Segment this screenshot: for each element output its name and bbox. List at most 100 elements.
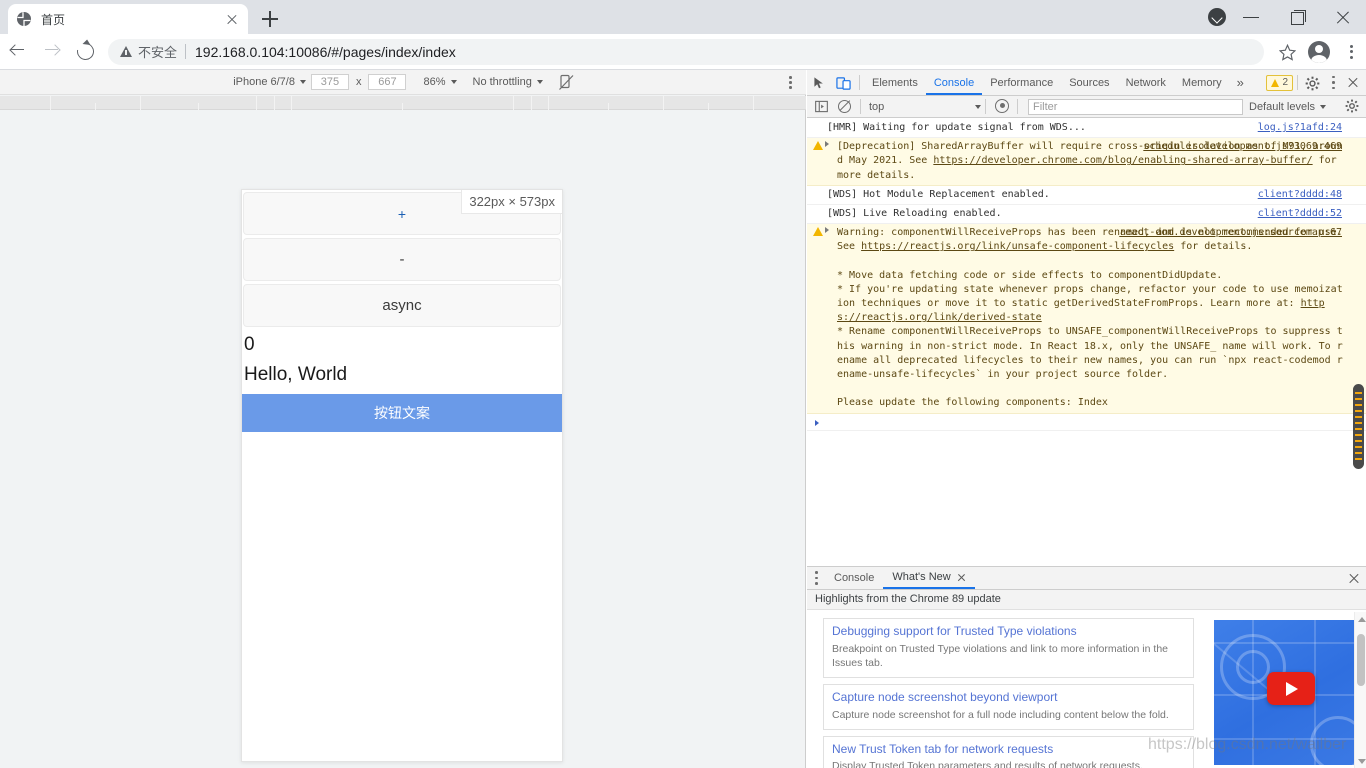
tab-console[interactable]: Console bbox=[925, 70, 983, 95]
async-button[interactable]: async bbox=[243, 284, 561, 327]
live-expression-eye-icon bbox=[995, 98, 1009, 113]
viewport-width-input[interactable] bbox=[310, 74, 349, 90]
close-icon[interactable] bbox=[957, 573, 966, 582]
tab-elements[interactable]: Elements bbox=[864, 70, 926, 95]
device-toolbar-toggle-button[interactable] bbox=[832, 71, 855, 95]
drawer-tab-console[interactable]: Console bbox=[825, 567, 883, 589]
device-select[interactable]: iPhone 6/7/8 bbox=[231, 76, 308, 88]
console-message[interactable]: [HMR] Waiting for update signal from WDS… bbox=[807, 119, 1366, 139]
zoom-select[interactable]: 86% bbox=[421, 76, 458, 88]
viewport-size-tooltip: 322px × 573px bbox=[461, 190, 562, 214]
message-source-link[interactable]: client?dddd:52 bbox=[1258, 207, 1342, 221]
primary-action-button[interactable]: 按钮文案 bbox=[242, 394, 562, 433]
profile-avatar[interactable] bbox=[1308, 40, 1330, 63]
clear-console-button[interactable] bbox=[833, 95, 856, 119]
devtools-tabbar: Elements Console Performance Sources Net… bbox=[807, 70, 1366, 96]
list-item[interactable]: Capture node screenshot beyond viewport … bbox=[823, 683, 1194, 730]
inline-link[interactable]: https://reactjs.org/link/unsafe-componen… bbox=[861, 241, 1174, 252]
scroll-up-arrow-icon[interactable] bbox=[1357, 617, 1366, 622]
tab-close-icon[interactable] bbox=[224, 11, 240, 27]
item-title[interactable]: New Trust Token tab for network requests bbox=[832, 742, 1185, 758]
drawer-menu-button[interactable] bbox=[807, 567, 825, 589]
address-bar[interactable]: 不安全 192.168.0.104:10086/#/pages/index/in… bbox=[108, 38, 1264, 65]
console-context-select[interactable]: top bbox=[869, 101, 981, 113]
window-controls bbox=[1228, 0, 1366, 34]
console-toolbar: top Filter Default levels bbox=[807, 96, 1366, 118]
viewport-area: 322px × 573px + - async 0 Hello, World 按… bbox=[0, 111, 806, 768]
new-tab-button[interactable] bbox=[256, 7, 284, 31]
console-sidebar-toggle-button[interactable] bbox=[810, 95, 833, 119]
console-filter-input[interactable]: Filter bbox=[1028, 98, 1243, 115]
window-minimize-button[interactable] bbox=[1228, 0, 1274, 34]
expand-arrow-icon[interactable] bbox=[825, 141, 829, 148]
tab-network[interactable]: Network bbox=[1118, 70, 1174, 95]
list-item[interactable]: Debugging support for Trusted Type viola… bbox=[823, 618, 1194, 678]
window-maximize-button[interactable] bbox=[1274, 0, 1320, 34]
scroll-down-arrow-icon[interactable] bbox=[1357, 759, 1366, 764]
console-scrollbar[interactable] bbox=[1353, 384, 1364, 469]
forward-button[interactable] bbox=[34, 34, 68, 70]
divider bbox=[1297, 75, 1298, 90]
whats-new-scrollbar[interactable] bbox=[1354, 612, 1366, 768]
message-text: Warning: componentWillReceiveProps has b… bbox=[837, 227, 1349, 409]
console-message[interactable]: [WDS] Hot Module Replacement enabled. cl… bbox=[807, 186, 1366, 205]
gear-icon bbox=[1345, 99, 1359, 112]
console-message-list[interactable]: [HMR] Waiting for update signal from WDS… bbox=[807, 119, 1366, 575]
viewport-ruler bbox=[0, 96, 806, 110]
message-source-link[interactable]: scheduler.development.js?3069:469 bbox=[1143, 140, 1342, 154]
tab-performance[interactable]: Performance bbox=[982, 70, 1061, 95]
inspect-element-button[interactable] bbox=[809, 71, 832, 95]
warning-count: 2 bbox=[1282, 77, 1288, 88]
warning-triangle-icon bbox=[813, 141, 823, 151]
console-message[interactable]: [WDS] Live Reloading enabled. client?ddd… bbox=[807, 205, 1366, 225]
item-title[interactable]: Capture node screenshot beyond viewport bbox=[832, 690, 1185, 706]
arrow-right-icon bbox=[45, 46, 58, 57]
browser-menu-button[interactable] bbox=[1336, 34, 1366, 70]
warning-triangle-icon bbox=[120, 46, 132, 57]
create-live-expression-button[interactable] bbox=[990, 95, 1013, 119]
browser-window: 首页 不安全 192.168.0.104:10086/#/pages/index… bbox=[0, 0, 1366, 768]
devtools-settings-button[interactable] bbox=[1302, 71, 1324, 95]
decrement-button[interactable]: - bbox=[243, 238, 561, 281]
chevron-double-right-icon[interactable]: » bbox=[1230, 75, 1251, 90]
drawer-tab-whats-new[interactable]: What's New bbox=[883, 567, 975, 589]
message-source-link[interactable]: client?dddd:48 bbox=[1258, 188, 1342, 202]
download-badge-icon[interactable] bbox=[1208, 8, 1226, 26]
devtools-menu-button[interactable] bbox=[1324, 71, 1342, 95]
message-source-link[interactable]: log.js?1afd:24 bbox=[1258, 121, 1342, 135]
item-title[interactable]: Debugging support for Trusted Type viola… bbox=[832, 624, 1185, 640]
whats-new-video-thumbnail[interactable] bbox=[1214, 620, 1354, 765]
throttling-select[interactable]: No throttling bbox=[471, 76, 545, 88]
list-item[interactable]: New Trust Token tab for network requests… bbox=[823, 735, 1194, 768]
console-settings-button[interactable] bbox=[1341, 95, 1363, 119]
device-emulation-pane: iPhone 6/7/8 x 86% No throttling bbox=[0, 70, 806, 768]
rotate-device-button[interactable] bbox=[558, 74, 575, 91]
reload-icon bbox=[73, 39, 98, 63]
console-message[interactable]: Warning: componentWillReceiveProps has b… bbox=[807, 224, 1366, 414]
tab-sources[interactable]: Sources bbox=[1061, 70, 1117, 95]
inline-link[interactable]: https://reactjs.org/link/derived-state bbox=[837, 298, 1325, 323]
viewport-height-input[interactable] bbox=[368, 74, 407, 90]
divider bbox=[859, 75, 860, 90]
console-message[interactable]: [Deprecation] SharedArrayBuffer will req… bbox=[807, 138, 1366, 186]
device-name: iPhone 6/7/8 bbox=[233, 76, 295, 88]
log-levels-select[interactable]: Default levels bbox=[1249, 101, 1327, 113]
devtools-close-button[interactable] bbox=[1342, 71, 1364, 95]
inline-link[interactable]: https://developer.chrome.com/blog/enabli… bbox=[933, 155, 1312, 166]
chevron-down-icon bbox=[975, 104, 981, 109]
warning-count-badge[interactable]: 2 bbox=[1266, 74, 1293, 91]
drawer-close-button[interactable] bbox=[1345, 570, 1363, 587]
inspect-element-icon bbox=[814, 76, 823, 88]
tab-memory[interactable]: Memory bbox=[1174, 70, 1230, 95]
console-prompt[interactable] bbox=[807, 414, 1366, 431]
window-close-button[interactable] bbox=[1320, 0, 1366, 34]
browser-tab[interactable]: 首页 bbox=[8, 4, 248, 34]
bookmark-star-button[interactable] bbox=[1272, 34, 1302, 70]
scrollbar-thumb[interactable] bbox=[1357, 634, 1365, 686]
back-button[interactable] bbox=[0, 34, 34, 70]
item-description: Breakpoint on Trusted Type violations an… bbox=[832, 642, 1168, 669]
device-toolbar-menu-button[interactable] bbox=[782, 74, 798, 91]
reload-button[interactable] bbox=[68, 34, 102, 70]
expand-arrow-icon[interactable] bbox=[825, 227, 829, 234]
message-source-link[interactable]: react-dom.development.js:sourcemap:67 bbox=[1119, 226, 1342, 240]
